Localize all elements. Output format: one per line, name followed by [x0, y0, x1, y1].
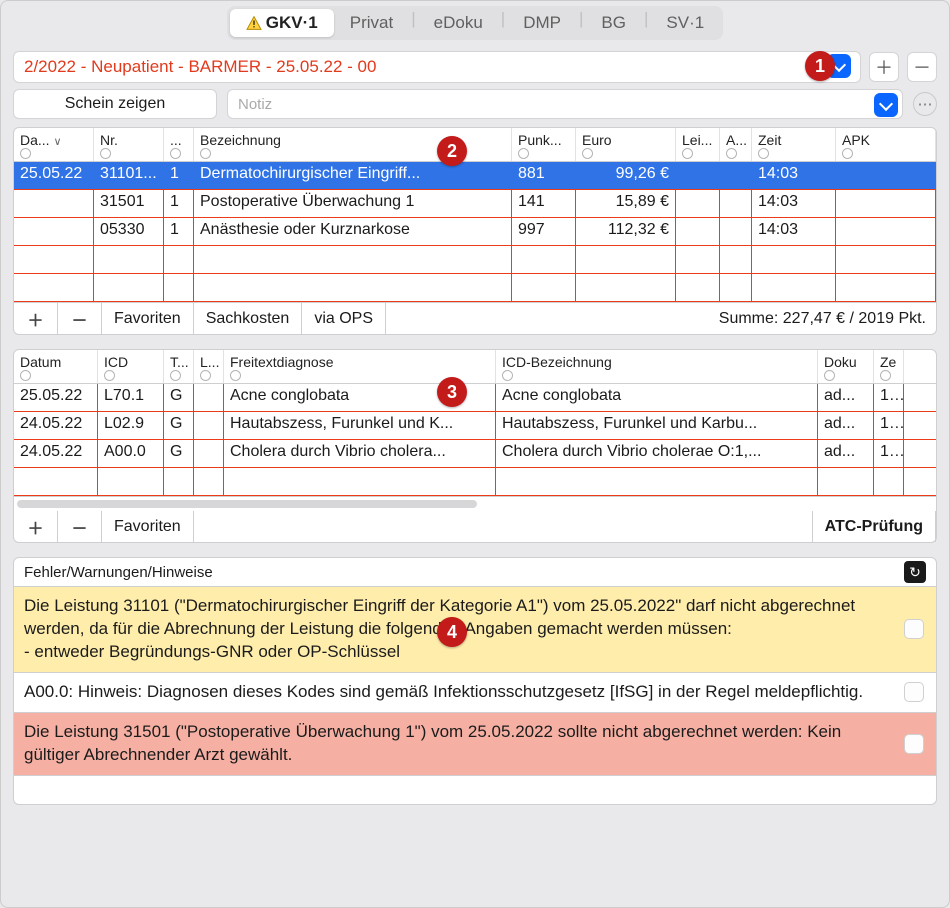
tab-privat[interactable]: Privat: [334, 9, 409, 37]
error-checkbox[interactable]: [904, 682, 924, 702]
remove-button[interactable]: －: [907, 52, 937, 82]
diagnoses-col-1[interactable]: ICD: [98, 350, 164, 383]
services-table: Da... ∨Nr....BezeichnungPunk...EuroLei..…: [13, 127, 937, 303]
schein-zeigen-button[interactable]: Schein zeigen: [13, 89, 217, 119]
diagnoses-remove[interactable]: －: [58, 511, 102, 542]
atc-check[interactable]: ATC-Prüfung: [812, 511, 936, 542]
table-row[interactable]: 24.05.22A00.0GCholera durch Vibrio chole…: [14, 440, 936, 468]
table-row[interactable]: 24.05.22L02.9GHautabszess, Furunkel und …: [14, 412, 936, 440]
add-button[interactable]: ＋: [869, 52, 899, 82]
errors-list: Die Leistung 31101 ("Dermatochirurgische…: [13, 587, 937, 805]
services-col-5[interactable]: Euro: [576, 128, 676, 161]
table-row[interactable]: 315011Postoperative Überwachung 114115,8…: [14, 190, 936, 218]
services-col-6[interactable]: Lei...: [676, 128, 720, 161]
error-message: Die Leistung 31501 ("Postoperative Überw…: [14, 713, 936, 776]
diagnoses-col-6[interactable]: Doku: [818, 350, 874, 383]
table-row[interactable]: [14, 246, 936, 274]
table-row[interactable]: [14, 274, 936, 302]
services-col-8[interactable]: Zeit: [752, 128, 836, 161]
services-add[interactable]: ＋: [14, 303, 58, 334]
services-col-9[interactable]: APK: [836, 128, 936, 161]
tab-bg[interactable]: BG: [585, 9, 642, 37]
badge-3: 3: [437, 377, 467, 407]
diagnoses-table: DatumICDT...L...FreitextdiagnoseICD-Beze…: [13, 349, 937, 497]
services-col-4[interactable]: Punk...: [512, 128, 576, 161]
note-placeholder: Notiz: [238, 96, 272, 113]
services-favoriten[interactable]: Favoriten: [102, 303, 194, 334]
badge-1: 1: [805, 51, 835, 81]
diagnoses-col-7[interactable]: Ze: [874, 350, 904, 383]
services-col-0[interactable]: Da... ∨: [14, 128, 94, 161]
services-remove[interactable]: －: [58, 303, 102, 334]
services-via-ops[interactable]: via OPS: [302, 303, 386, 334]
services-sachkosten[interactable]: Sachkosten: [194, 303, 303, 334]
diagnoses-col-0[interactable]: Datum: [14, 350, 98, 383]
error-checkbox[interactable]: [904, 619, 924, 639]
diagnoses-hscroll[interactable]: [13, 497, 937, 511]
error-message: A00.0: Hinweis: Diagnosen dieses Kodes s…: [14, 673, 936, 713]
diagnoses-toolbar: ＋ － Favoriten ATC-Prüfung: [13, 511, 937, 543]
top-tabs: GKV·1Privat|eDoku|DMP|BG|SV·1: [1, 1, 949, 45]
tab-gkv-1[interactable]: GKV·1: [230, 9, 334, 37]
table-row[interactable]: [14, 468, 936, 496]
errors-refresh[interactable]: ↻: [904, 561, 926, 583]
schein-title[interactable]: 2/2022 - Neupatient - BARMER - 25.05.22 …: [13, 51, 861, 83]
table-row[interactable]: 25.05.22L70.1GAcne conglobataAcne conglo…: [14, 384, 936, 412]
table-row[interactable]: 053301Anästhesie oder Kurznarkose997112,…: [14, 218, 936, 246]
note-input[interactable]: Notiz: [227, 89, 903, 119]
tab-dmp[interactable]: DMP: [507, 9, 577, 37]
badge-2: 2: [437, 136, 467, 166]
services-col-7[interactable]: A...: [720, 128, 752, 161]
diagnoses-favoriten[interactable]: Favoriten: [102, 511, 194, 542]
note-dropdown[interactable]: [874, 93, 898, 117]
errors-title: Fehler/Warnungen/Hinweise: [24, 564, 213, 581]
errors-header: Fehler/Warnungen/Hinweise ↻: [13, 557, 937, 587]
error-checkbox[interactable]: [904, 734, 924, 754]
services-col-2[interactable]: ...: [164, 128, 194, 161]
services-sum: Summe: 227,47 € / 2019 Pkt.: [709, 310, 936, 328]
badge-4: 4: [437, 617, 467, 647]
diagnoses-col-5[interactable]: ICD-Bezeichnung: [496, 350, 818, 383]
more-menu[interactable]: ⋯: [913, 92, 937, 116]
table-row[interactable]: 25.05.2231101...1Dermatochirurgischer Ei…: [14, 162, 936, 190]
error-message: Die Leistung 31101 ("Dermatochirurgische…: [14, 587, 936, 673]
services-col-1[interactable]: Nr.: [94, 128, 164, 161]
tab-sv-1[interactable]: SV·1: [650, 9, 720, 37]
services-toolbar: ＋ － Favoriten Sachkosten via OPS Summe: …: [13, 303, 937, 335]
diagnoses-add[interactable]: ＋: [14, 511, 58, 542]
diagnoses-col-2[interactable]: T...: [164, 350, 194, 383]
diagnoses-col-3[interactable]: L...: [194, 350, 224, 383]
tab-edoku[interactable]: eDoku: [418, 9, 499, 37]
